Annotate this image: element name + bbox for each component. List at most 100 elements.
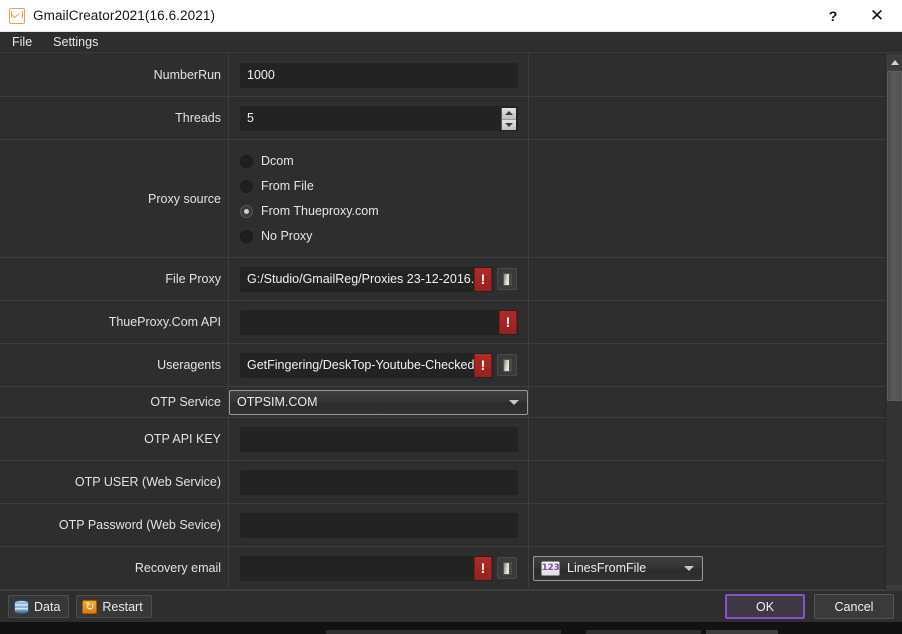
table-row: Threads 5 — [0, 97, 886, 140]
table-row: OTP Password (Web Sevice) — [0, 504, 886, 547]
radio-label: No Proxy — [261, 229, 312, 243]
table-row: NumberRun 1000 — [0, 54, 886, 97]
spinner-up-button[interactable] — [502, 108, 516, 120]
settings-grid: NumberRun 1000 Threads 5 — [0, 54, 886, 590]
otp-user-input[interactable] — [240, 470, 518, 495]
table-row: ThueProxy.Com API ! — [0, 301, 886, 344]
file-proxy-field-group: G:/Studio/GmailReg/Proxies 23-12-2016. ! — [240, 267, 517, 292]
taskbar-item[interactable] — [326, 630, 561, 634]
row-field-cell: Dcom From File From Thueproxy.com N — [229, 140, 529, 257]
window-controls: ? ✕ — [810, 0, 902, 31]
application-window: GmailCreator2021(16.6.2021) ? ✕ File Set… — [0, 0, 902, 634]
gmail-envelope-icon — [9, 8, 25, 24]
radio-label: Dcom — [261, 154, 294, 168]
label-recovery-email: Recovery email — [135, 561, 221, 575]
radio-icon — [240, 180, 253, 193]
recovery-email-source-value: LinesFromFile — [567, 561, 684, 575]
threads-spinner[interactable] — [501, 108, 516, 131]
warning-icon: ! — [499, 310, 517, 335]
menu-item-settings[interactable]: Settings — [44, 33, 107, 52]
row-label-cell: OTP USER (Web Service) — [0, 461, 229, 503]
file-proxy-value: G:/Studio/GmailReg/Proxies 23-12-2016. — [247, 272, 486, 286]
row-label-cell: Recovery email — [0, 547, 229, 589]
threads-stepper[interactable]: 5 — [240, 106, 518, 131]
recovery-email-source-dropdown[interactable]: 123 LinesFromFile — [533, 556, 703, 581]
otp-api-key-input[interactable] — [240, 427, 518, 452]
menu-item-file[interactable]: File — [3, 33, 41, 52]
useragents-field-group: GetFingering/DeskTop-Youtube-Checked. ! — [240, 353, 517, 378]
spinner-down-button[interactable] — [502, 120, 516, 131]
file-proxy-input[interactable]: G:/Studio/GmailReg/Proxies 23-12-2016. ! — [240, 267, 493, 292]
numberrun-input[interactable]: 1000 — [240, 63, 518, 88]
radio-option-from-thueproxy[interactable]: From Thueproxy.com — [240, 204, 379, 218]
label-numberrun: NumberRun — [154, 68, 221, 82]
useragents-browse-button[interactable] — [497, 354, 517, 376]
chevron-up-icon — [891, 60, 899, 65]
taskbar-item[interactable] — [706, 630, 778, 634]
row-extra-cell — [529, 140, 886, 257]
row-label-cell: OTP API KEY — [0, 418, 229, 460]
recovery-email-field-group: ! — [240, 556, 517, 581]
radio-option-from-file[interactable]: From File — [240, 179, 379, 193]
help-button[interactable]: ? — [810, 0, 856, 32]
row-extra-cell — [529, 418, 886, 460]
label-otp-password: OTP Password (Web Sevice) — [59, 518, 221, 532]
row-field-cell: ! — [229, 301, 529, 343]
chevron-up-icon — [505, 111, 513, 115]
row-label-cell: File Proxy — [0, 258, 229, 300]
label-file-proxy: File Proxy — [165, 272, 221, 286]
taskbar-item[interactable] — [586, 630, 701, 634]
restart-button-label: Restart — [102, 600, 142, 614]
row-extra-cell — [529, 54, 886, 96]
numeric-badge-icon: 123 — [541, 561, 560, 576]
warning-icon: ! — [474, 267, 492, 292]
radio-icon — [240, 230, 253, 243]
otp-service-dropdown[interactable]: OTPSIM.COM — [229, 390, 528, 415]
chevron-down-icon — [684, 566, 694, 571]
cancel-button[interactable]: Cancel — [814, 594, 894, 619]
file-proxy-browse-button[interactable] — [497, 268, 517, 290]
thueproxy-api-input[interactable]: ! — [240, 310, 518, 335]
bottom-toolbar: Data ↻ Restart OK Cancel — [0, 590, 902, 622]
vertical-scrollbar[interactable] — [885, 54, 902, 602]
row-field-cell — [229, 461, 529, 503]
table-row: File Proxy G:/Studio/GmailReg/Proxies 23… — [0, 258, 886, 301]
label-otp-user: OTP USER (Web Service) — [75, 475, 221, 489]
warning-icon: ! — [474, 556, 492, 581]
scroll-up-button[interactable] — [886, 54, 902, 71]
row-label-cell: OTP Password (Web Sevice) — [0, 504, 229, 546]
radio-label: From File — [261, 179, 314, 193]
row-field-cell: G:/Studio/GmailReg/Proxies 23-12-2016. ! — [229, 258, 529, 300]
chevron-down-icon — [509, 400, 519, 405]
row-label-cell: Useragents — [0, 344, 229, 386]
row-field-cell: OTPSIM.COM — [229, 387, 529, 417]
scrollbar-thumb[interactable] — [887, 71, 902, 401]
table-row: OTP API KEY — [0, 418, 886, 461]
restart-button[interactable]: ↻ Restart — [76, 595, 151, 618]
data-button-label: Data — [34, 600, 60, 614]
radio-option-no-proxy[interactable]: No Proxy — [240, 229, 379, 243]
row-label-cell: Proxy source — [0, 140, 229, 257]
data-button[interactable]: Data — [8, 595, 69, 618]
recovery-email-browse-button[interactable] — [497, 557, 517, 579]
threads-value: 5 — [247, 111, 511, 125]
otp-password-input[interactable] — [240, 513, 518, 538]
row-extra-cell — [529, 97, 886, 139]
radio-option-dcom[interactable]: Dcom — [240, 154, 379, 168]
ok-button[interactable]: OK — [725, 594, 805, 619]
label-thueproxy-api: ThueProxy.Com API — [109, 315, 221, 329]
radio-icon — [240, 155, 253, 168]
useragents-input[interactable]: GetFingering/DeskTop-Youtube-Checked. ! — [240, 353, 493, 378]
window-title: GmailCreator2021(16.6.2021) — [33, 8, 215, 23]
row-field-cell: 1000 — [229, 54, 529, 96]
close-button[interactable]: ✕ — [856, 0, 902, 32]
file-icon — [503, 273, 512, 286]
proxy-source-radio-group: Dcom From File From Thueproxy.com N — [240, 148, 379, 249]
row-extra-cell — [529, 258, 886, 300]
row-field-cell: 5 — [229, 97, 529, 139]
numberrun-value: 1000 — [247, 68, 511, 82]
recovery-email-input[interactable]: ! — [240, 556, 493, 581]
warning-icon: ! — [474, 353, 492, 378]
file-icon — [503, 359, 512, 372]
row-extra-cell — [529, 344, 886, 386]
